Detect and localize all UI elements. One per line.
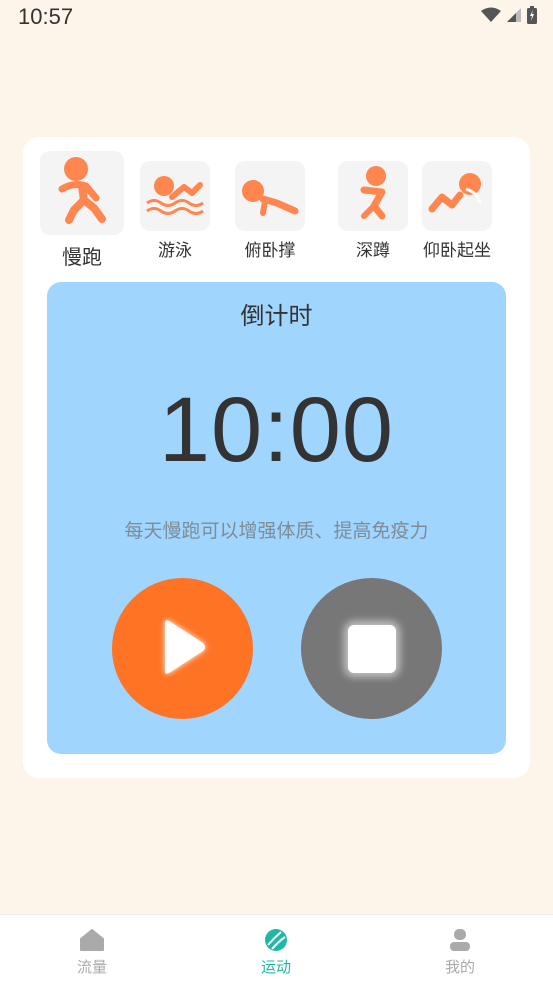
exercise-item-situp[interactable]: 仰卧起坐 <box>422 151 492 261</box>
exercise-tip: 每天慢跑可以增强体质、提高免疫力 <box>124 520 429 542</box>
stop-button[interactable] <box>301 578 442 719</box>
exercise-tile <box>235 161 305 231</box>
user-icon <box>447 927 473 953</box>
play-button[interactable] <box>112 578 253 719</box>
wifi-icon <box>481 7 501 27</box>
exercise-item-swimming[interactable]: 游泳 <box>140 151 210 261</box>
timer-title: 倒计时 <box>240 302 313 330</box>
exercise-label: 俯卧撑 <box>244 241 296 261</box>
exercise-item-squat[interactable]: 深蹲 <box>338 151 408 261</box>
play-icon <box>155 617 211 680</box>
home-icon <box>79 927 105 953</box>
exercise-label: 慢跑 <box>62 245 102 269</box>
countdown-display: 10:00 <box>158 379 395 481</box>
timer-panel: 倒计时 10:00 每天慢跑可以增强体质、提高免疫力 <box>47 282 506 754</box>
exercise-label: 仰卧起坐 <box>423 241 491 261</box>
running-person-icon <box>52 156 112 230</box>
signal-icon <box>507 7 521 27</box>
exercise-card: 慢跑 游泳 俯卧撑 深蹲 仰卧起坐 倒计时 10:00 每天慢跑可以增强体质、提… <box>23 137 530 778</box>
situp-person-icon <box>426 169 488 223</box>
exercise-tile <box>422 161 492 231</box>
stop-icon <box>347 624 396 673</box>
exercise-tile <box>338 161 408 231</box>
ball-icon <box>263 927 289 953</box>
tab-mine[interactable]: 我的 <box>368 915 552 984</box>
battery-icon <box>527 6 537 28</box>
squat-person-icon <box>348 164 398 228</box>
tab-sports[interactable]: 运动 <box>184 915 368 984</box>
exercise-item-running[interactable]: 慢跑 <box>40 151 124 270</box>
pushup-person-icon <box>239 169 301 223</box>
exercise-label: 游泳 <box>158 241 192 261</box>
exercise-tile <box>140 161 210 231</box>
status-icons <box>481 6 537 28</box>
tab-label: 流量 <box>76 958 107 976</box>
tab-label: 运动 <box>260 958 291 976</box>
exercise-tile <box>40 151 124 235</box>
bottom-tab-bar: 流量 运动 我的 <box>0 914 553 984</box>
status-bar: 10:57 <box>0 0 553 34</box>
tab-label: 我的 <box>444 958 475 976</box>
exercise-selector: 慢跑 游泳 俯卧撑 深蹲 仰卧起坐 <box>39 151 514 271</box>
exercise-item-pushup[interactable]: 俯卧撑 <box>235 151 305 261</box>
tab-traffic[interactable]: 流量 <box>0 915 184 984</box>
status-time: 10:57 <box>18 4 74 29</box>
exercise-label: 深蹲 <box>356 241 390 261</box>
swimming-person-icon <box>144 169 206 223</box>
